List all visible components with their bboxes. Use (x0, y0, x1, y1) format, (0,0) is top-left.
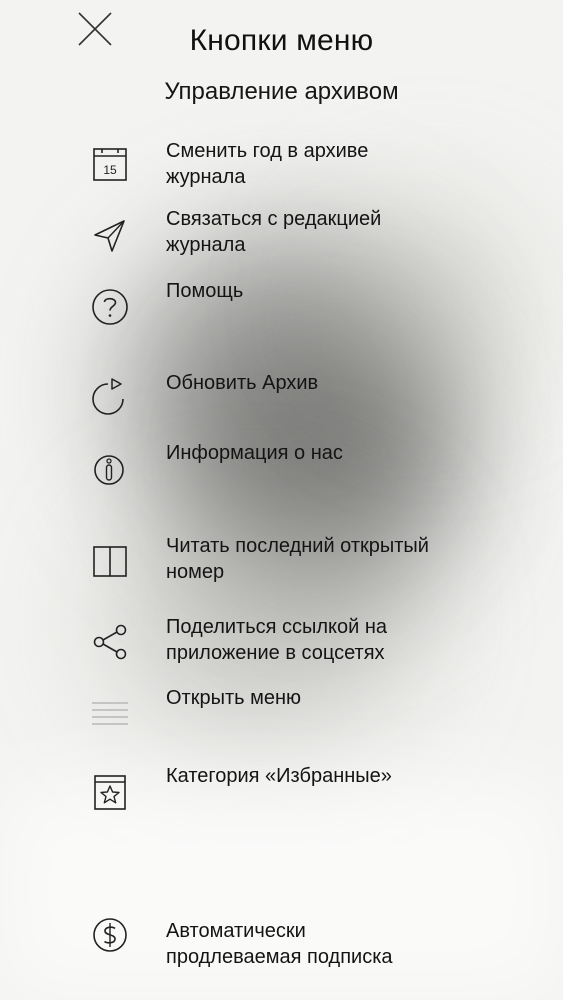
menu-item-change-year[interactable]: 15 Сменить год в архиве журнала (80, 138, 510, 190)
menu-item-open-menu[interactable]: Открыть меню (80, 685, 510, 737)
calendar-icon: 15 (90, 146, 130, 186)
menu-icon (90, 695, 130, 735)
calendar-day-number: 15 (103, 163, 117, 177)
share-icon (90, 622, 130, 662)
menu-item-label: Автоматически продлеваемая подписка (166, 920, 393, 968)
send-icon (90, 216, 130, 256)
menu-item-favorites[interactable]: Категория «Избранные» (80, 763, 510, 815)
menu-item-label: Обновить Архив (166, 372, 319, 394)
menu-item-label: Открыть меню (166, 687, 302, 709)
book-icon (90, 543, 130, 583)
menu-item-label: Читать последний открытый номер (166, 535, 429, 583)
dollar-icon (90, 918, 130, 958)
menu-item-help[interactable]: Помощь (80, 278, 510, 330)
menu-item-info[interactable]: Информация о нас (80, 440, 510, 492)
star-icon (90, 773, 130, 813)
menu-item-label: Категория «Избранные» (166, 765, 392, 787)
refresh-icon (90, 378, 130, 418)
menu-item-contact[interactable]: Связаться с редакцией журнала (80, 206, 510, 258)
section-subtitle: Управление архивом (164, 78, 399, 105)
info-icon (90, 451, 130, 491)
menu-item-subscription[interactable]: Автоматически продлеваемая подписка (80, 918, 510, 970)
menu-item-label: Связаться с редакцией журнала (166, 208, 382, 256)
menu-item-refresh[interactable]: Обновить Архив (80, 370, 510, 422)
menu-item-share[interactable]: Поделиться ссылкой на приложение в соцсе… (80, 614, 510, 666)
help-icon (90, 287, 130, 327)
menu-item-label: Помощь (166, 280, 244, 302)
menu-item-label: Поделиться ссылкой на приложение в соцсе… (166, 616, 388, 664)
page-title: Кнопки меню (189, 24, 374, 57)
menu-item-label: Сменить год в архиве журнала (166, 140, 369, 188)
menu-item-read-last[interactable]: Читать последний открытый номер (80, 533, 510, 585)
menu-item-label: Информация о нас (166, 442, 343, 464)
